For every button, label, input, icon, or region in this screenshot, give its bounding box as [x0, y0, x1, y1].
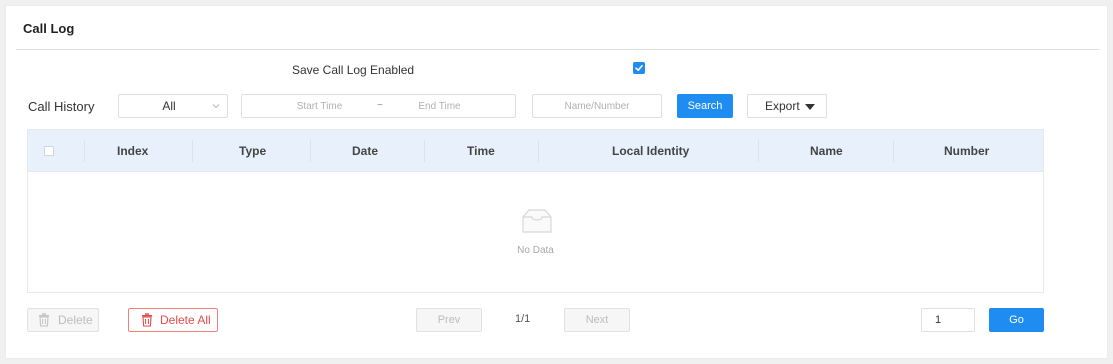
call-type-select-value: All — [162, 99, 176, 113]
call-log-table: Index Type Date Time Local Identity Name… — [27, 129, 1044, 293]
search-button[interactable]: Search — [677, 94, 733, 118]
column-divider — [424, 140, 425, 162]
caret-down-icon — [805, 104, 815, 110]
delete-button[interactable]: Delete — [27, 308, 99, 332]
column-divider — [310, 140, 311, 162]
chevron-down-icon — [212, 104, 220, 109]
table-header: Index Type Date Time Local Identity Name… — [28, 130, 1043, 172]
column-header-local-identity[interactable]: Local Identity — [612, 144, 689, 158]
column-header-index[interactable]: Index — [117, 144, 148, 158]
column-divider — [893, 140, 894, 162]
delete-all-button[interactable]: Delete All — [128, 308, 218, 332]
column-divider — [758, 140, 759, 162]
range-separator: ~ — [377, 100, 383, 111]
call-type-select[interactable]: All — [118, 94, 228, 118]
column-divider — [538, 140, 539, 162]
export-button[interactable]: Export — [747, 94, 827, 118]
column-header-name[interactable]: Name — [810, 144, 843, 158]
export-label: Export — [765, 99, 800, 113]
column-header-date[interactable]: Date — [352, 144, 378, 158]
save-call-log-label: Save Call Log Enabled — [292, 63, 415, 77]
delete-all-label: Delete All — [160, 313, 211, 327]
empty-inbox-icon — [522, 209, 552, 233]
column-divider — [192, 140, 193, 162]
page-number-input[interactable] — [921, 308, 975, 332]
go-button[interactable]: Go — [989, 308, 1044, 332]
name-number-input[interactable] — [532, 94, 662, 118]
start-time-placeholder[interactable]: Start Time — [242, 101, 397, 112]
panel-title: Call Log — [23, 21, 75, 36]
end-time-placeholder[interactable]: End Time — [397, 101, 482, 112]
page-indicator: 1/1 — [515, 313, 531, 325]
column-header-type[interactable]: Type — [239, 144, 266, 158]
select-all-checkbox[interactable] — [44, 146, 54, 156]
trash-icon — [142, 313, 152, 327]
next-page-button[interactable]: Next — [564, 308, 630, 332]
delete-label: Delete — [58, 313, 93, 327]
date-range-picker[interactable]: Start Time ~ End Time — [241, 94, 516, 118]
call-history-label: Call History — [28, 99, 95, 114]
trash-icon — [39, 313, 49, 327]
save-call-log-checkbox[interactable] — [633, 62, 645, 74]
column-divider — [84, 140, 85, 162]
checkbox-checked-icon — [635, 65, 643, 71]
no-data-text: No Data — [517, 245, 554, 256]
title-divider — [16, 49, 1099, 50]
column-header-time[interactable]: Time — [467, 144, 495, 158]
column-header-number[interactable]: Number — [944, 144, 989, 158]
prev-page-button[interactable]: Prev — [416, 308, 482, 332]
